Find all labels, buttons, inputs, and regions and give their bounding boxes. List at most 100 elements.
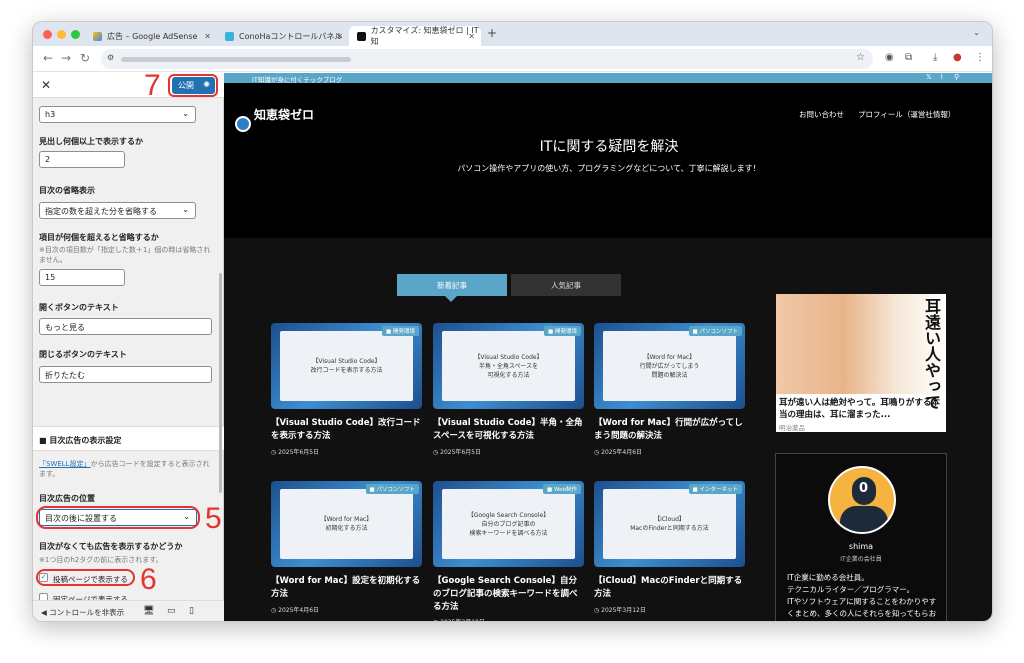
desktop-preview-icon[interactable]: 🖥 — [143, 606, 154, 616]
post-date-text: 2025年3月12日 — [601, 607, 646, 614]
category-label: インターネット — [699, 487, 738, 493]
back-icon[interactable]: ← — [43, 51, 53, 65]
nav-profile[interactable]: プロフィール（運営社情報） — [858, 109, 955, 120]
rss-icon[interactable]: ⌇ — [940, 73, 943, 81]
tab-new-posts[interactable]: 新着記事 — [397, 274, 507, 302]
mobile-preview-icon[interactable]: ▯ — [189, 606, 194, 616]
close-window-button[interactable] — [43, 30, 52, 39]
post-date: ◷ 2025年3月18日 — [433, 617, 485, 621]
ad-banner[interactable]: 耳遠い人やって 耳が遠い人は絶対やって。耳鳴りがする本当の理由は、耳に溜まった.… — [776, 294, 946, 432]
omit-select[interactable]: 指定の数を超えた分を省略する ⌄ — [39, 202, 196, 219]
select-value: h3 — [45, 110, 56, 119]
avatar-body — [840, 506, 888, 532]
open-button-text-label: 開くボタンのテキスト — [39, 303, 119, 312]
site-topbar: IT知識が身に付くテックブログ 𝕏 ⌇ ⚲ — [224, 73, 992, 84]
close-button-text-input[interactable]: 折りたたむ — [39, 366, 212, 383]
folder-icon: ■ — [386, 329, 393, 335]
hide-controls-button[interactable]: ◀ コントロールを非表示 — [41, 607, 124, 618]
category-badge: ■ 開発環境 — [544, 326, 581, 336]
post-title[interactable]: 【Word for Mac】行間が広がってしまう問題の解決法 — [594, 417, 745, 443]
post-title[interactable]: 【Visual Studio Code】改行コードを表示する方法 — [271, 417, 422, 443]
extension-icon[interactable]: ◉ — [885, 52, 894, 63]
collapse-icon: ◀ — [41, 608, 50, 617]
ad-position-label: 目次広告の位置 — [39, 494, 95, 503]
maximize-window-button[interactable] — [71, 30, 80, 39]
close-customizer-icon[interactable]: ✕ — [41, 78, 51, 92]
search-icon[interactable]: ⚲ — [954, 73, 959, 81]
avatar-mark: 0 — [859, 481, 869, 496]
post-date-text: 2025年6月5日 — [440, 449, 482, 456]
folder-icon: ■ — [548, 329, 555, 335]
post-date-text: 2025年4月6日 — [278, 607, 320, 614]
omit-count-input[interactable]: 15 — [39, 269, 125, 286]
download-icon[interactable]: ⤓ — [933, 52, 937, 63]
thumbnail-text: 【Word for Mac】 行間が広がってしまう 問題の解決法 — [603, 331, 736, 401]
min-headings-input[interactable]: 2 — [39, 151, 125, 168]
post-date: ◷ 2025年3月12日 — [594, 605, 646, 614]
customizer-panel: ✕ 公開 ✺ 7 h3 ⌄ 見出し何個以上で表示するか 2 目次の省略表示 指定… — [33, 71, 224, 621]
ad-note: 「SWELL設定」から広告コードを設定すると表示されます。 — [39, 459, 215, 479]
category-label: パソコンソフト — [376, 487, 415, 493]
close-icon[interactable]: ✕ — [336, 32, 343, 41]
site-info-icon[interactable]: ⚙ — [107, 53, 114, 62]
select-value: 指定の数を超えた分を省略する — [45, 207, 157, 216]
tab-adsense[interactable]: 広告 – Google AdSense ✕ — [85, 26, 217, 46]
open-button-text-input[interactable]: もっと見る — [39, 318, 212, 335]
forward-icon[interactable]: → — [61, 51, 71, 65]
category-badge: ■ パソコンソフト — [688, 326, 742, 336]
close-icon[interactable]: ✕ — [204, 32, 211, 41]
tab-customizer[interactable]: カスタマイズ: 知恵袋ゼロ | IT知 ✕ — [349, 26, 481, 46]
hero-subtitle: パソコン操作やアプリの使い方、プログラミングなどについて、丁寧に解説します！ — [457, 164, 761, 173]
post-date: ◷ 2025年4月6日 — [594, 447, 642, 456]
no-toc-label: 目次がなくても広告を表示するかどうか — [39, 542, 183, 551]
swell-settings-link[interactable]: 「SWELL設定」 — [39, 460, 91, 468]
tab-conoha[interactable]: ConoHaコントロールパネル ✕ — [217, 26, 349, 46]
nav-contact[interactable]: お問い合わせ — [799, 109, 844, 120]
category-label: Web制作 — [554, 487, 577, 493]
address-bar[interactable]: ⚙ ☆ — [101, 49, 873, 69]
post-title[interactable]: 【iCloud】MacのFinderと同期する方法 — [594, 575, 745, 601]
site-header: 知恵袋ゼロ お問い合わせ プロフィール（運営社情報） ITに関する疑問を解決 パ… — [224, 83, 992, 238]
no-toc-note: ※1つ目のh2タグの前に表示されます。 — [39, 556, 163, 564]
folder-icon: ■ — [547, 487, 554, 493]
site-logo-icon[interactable] — [235, 116, 251, 132]
tab-title: ConoHaコントロールパネル — [239, 31, 343, 41]
post-date: ◷ 2025年4月6日 — [271, 605, 319, 614]
category-badge: ■ パソコンソフト — [365, 484, 419, 494]
profile-avatar-icon[interactable]: ● — [953, 52, 962, 63]
site-name[interactable]: 知恵袋ゼロ — [254, 106, 314, 123]
reload-icon[interactable]: ↻ — [80, 51, 90, 65]
tablet-preview-icon[interactable]: ▭ — [167, 606, 176, 616]
more-menu-icon[interactable]: ⋮ — [975, 52, 985, 63]
profile-widget: 0 shima IT企業の会社員 IT企業に勤める会社員。 テクニカルライター／… — [775, 453, 947, 621]
post-title[interactable]: 【Word for Mac】設定を初期化する方法 — [271, 575, 422, 601]
site-preview: IT知識が身に付くテックブログ 𝕏 ⌇ ⚲ 知恵袋ゼロ お問い合わせ プロフィー… — [224, 73, 992, 621]
post-date: ◷ 2025年6月5日 — [433, 447, 481, 456]
tab-search-button[interactable]: ⌄ — [973, 28, 980, 37]
profile-role: IT企業の会社員 — [840, 556, 882, 563]
step-5-marker: 5 — [205, 502, 222, 535]
post-title[interactable]: 【Visual Studio Code】半角・全角スペースを可視化する方法 — [433, 417, 584, 443]
tab-popular-posts[interactable]: 人気記事 — [511, 274, 621, 296]
post-thumbnail: 【Visual Studio Code】 改行コードを表示する方法 ■ 開発環境 — [271, 323, 422, 409]
close-icon[interactable]: ✕ — [468, 32, 475, 41]
x-twitter-icon[interactable]: 𝕏 — [926, 73, 932, 81]
chevron-down-icon: ⌄ — [182, 205, 189, 214]
panel-footer: ◀ コントロールを非表示 🖥 ▭ ▯ — [33, 600, 224, 621]
new-tab-button[interactable]: + — [487, 26, 497, 40]
min-headings-label: 見出し何個以上で表示するか — [39, 137, 143, 146]
tab-strip: 広告 – Google AdSense ✕ ConoHaコントロールパネル ✕ … — [33, 22, 992, 46]
panel-scrollbar[interactable] — [219, 273, 222, 493]
post-page-highlight — [36, 569, 135, 586]
adsense-icon — [93, 31, 102, 41]
thumbnail-text: 【Visual Studio Code】 半角・全角スペースを 可視化する方法 — [442, 331, 575, 401]
post-thumbnail: 【Visual Studio Code】 半角・全角スペースを 可視化する方法 ■… — [433, 323, 584, 409]
puzzle-icon[interactable]: ⧉ — [905, 52, 912, 63]
close-button-text-label: 閉じるボタンのテキスト — [39, 350, 127, 359]
blurred-url — [121, 57, 351, 62]
heading-level-select[interactable]: h3 ⌄ — [39, 106, 196, 123]
bookmark-star-icon[interactable]: ☆ — [856, 52, 865, 63]
avatar: 0 — [828, 466, 896, 534]
post-title[interactable]: 【Google Search Console】自分のブログ記事の検索キーワードを… — [433, 575, 584, 614]
minimize-window-button[interactable] — [57, 30, 66, 39]
